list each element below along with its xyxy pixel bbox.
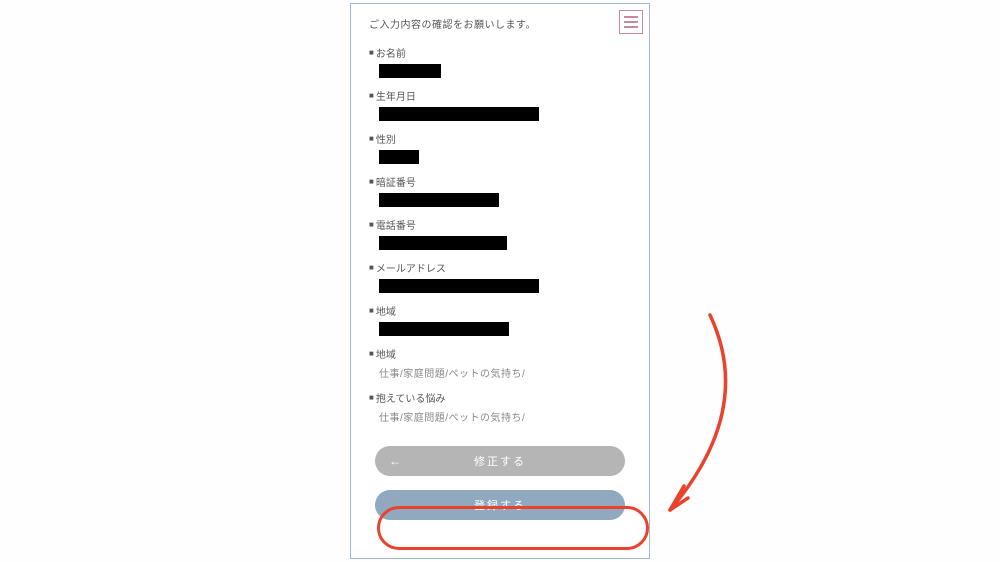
- field-dob-label: 生年月日: [369, 88, 631, 103]
- field-concern-value: 仕事/家庭問題/ペットの気持ち/: [379, 409, 631, 424]
- field-dob: 生年月日: [369, 88, 631, 121]
- field-region-1-label: 地域: [369, 303, 631, 318]
- field-region-2-label: 地域: [369, 346, 631, 361]
- field-concern: 抱えている悩み 仕事/家庭問題/ペットの気持ち/: [369, 390, 631, 424]
- field-pin: 暗証番号: [369, 174, 631, 207]
- menu-icon[interactable]: [619, 10, 643, 34]
- submit-button[interactable]: 登録する: [375, 490, 625, 520]
- field-region-1: 地域: [369, 303, 631, 336]
- field-email: メールアドレス: [369, 260, 631, 293]
- button-row: 修正する 登録する: [369, 446, 631, 520]
- field-email-value-redacted: [379, 279, 539, 293]
- field-gender-value-redacted: [379, 150, 419, 164]
- field-email-label: メールアドレス: [369, 260, 631, 275]
- field-gender: 性別: [369, 131, 631, 164]
- field-dob-value-redacted: [379, 107, 539, 121]
- field-phone-value-redacted: [379, 236, 507, 250]
- field-gender-label: 性別: [369, 131, 631, 146]
- instruction-text: ご入力内容の確認をお願いします。: [369, 16, 631, 31]
- back-button-label: 修正する: [474, 453, 526, 469]
- field-pin-value-redacted: [379, 193, 499, 207]
- confirmation-panel: ご入力内容の確認をお願いします。 お名前 生年月日 性別 暗証番号 電話番号 メ…: [350, 3, 650, 559]
- content-area: ご入力内容の確認をお願いします。 お名前 生年月日 性別 暗証番号 電話番号 メ…: [351, 4, 649, 530]
- field-concern-label: 抱えている悩み: [369, 390, 631, 405]
- field-phone: 電話番号: [369, 217, 631, 250]
- back-button[interactable]: 修正する: [375, 446, 625, 476]
- field-name-label: お名前: [369, 45, 631, 60]
- field-pin-label: 暗証番号: [369, 174, 631, 189]
- field-region-1-value-redacted: [379, 322, 509, 336]
- field-region-2-value: 仕事/家庭問題/ペットの気持ち/: [379, 365, 631, 380]
- field-region-2: 地域 仕事/家庭問題/ペットの気持ち/: [369, 346, 631, 380]
- submit-button-label: 登録する: [474, 497, 526, 513]
- field-phone-label: 電話番号: [369, 217, 631, 232]
- field-name-value-redacted: [379, 64, 441, 78]
- field-name: お名前: [369, 45, 631, 78]
- annotation-arrow-icon: [640, 310, 760, 540]
